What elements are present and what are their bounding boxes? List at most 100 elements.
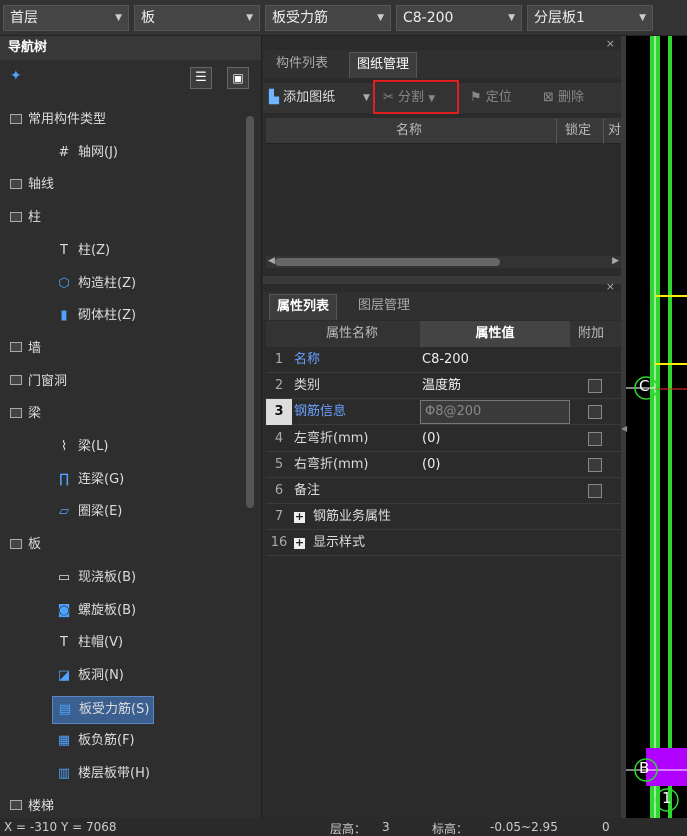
component-select[interactable]: 板受力筋 ▼ — [265, 5, 391, 31]
nav-tree-item-label: 楼梯 — [28, 798, 55, 814]
panel-splitter[interactable] — [263, 276, 621, 284]
property-name-text: 备注 — [294, 483, 321, 498]
collapsed-folder-icon[interactable] — [10, 342, 22, 353]
nav-tree-item[interactable]: ∏ 连梁(G) — [0, 465, 250, 497]
property-name: 名称 — [294, 347, 320, 373]
nav-tree-item[interactable]: # 轴网(J) — [0, 138, 250, 170]
floor-select-value: 首层 — [10, 10, 38, 26]
property-name-text: 类别 — [294, 378, 321, 394]
expanded-folder-icon[interactable] — [10, 113, 22, 124]
construct-column-icon: ⬡ — [58, 275, 70, 291]
col-property-name[interactable]: 属性名称 — [326, 321, 378, 347]
expand-plus-icon[interactable]: + — [294, 537, 305, 550]
col-property-value[interactable]: 属性值 — [420, 321, 570, 347]
nav-tree-item[interactable]: ▭ 现浇板(B) — [0, 563, 250, 595]
slab-hole-icon: ◪ — [57, 667, 71, 683]
locate-button[interactable]: ⚑ 定位 — [470, 86, 512, 110]
property-row[interactable]: 7 + 钢筋业务属性 — [266, 504, 621, 531]
collapsed-folder-icon[interactable] — [10, 375, 22, 386]
tab-property-list[interactable]: 属性列表 — [269, 294, 338, 320]
add-drawing-button[interactable]: ▙ 添加图纸 — [269, 86, 335, 110]
property-value[interactable]: C8-200 — [422, 347, 469, 373]
property-row[interactable]: 16 + 显示样式 — [266, 530, 621, 557]
nav-tree-item-label: 梁 — [28, 406, 42, 422]
col-lock[interactable]: 锁定 — [556, 118, 591, 144]
pin-icon[interactable]: ✦ — [10, 68, 22, 84]
expanded-folder-icon[interactable] — [10, 407, 22, 418]
nav-tree-item[interactable]: ⬡ 构造柱(Z) — [0, 269, 250, 301]
property-value[interactable]: (0) — [422, 426, 440, 452]
nav-tree-item[interactable]: 常用构件类型 — [0, 105, 250, 137]
nav-tree-item[interactable]: 梁 — [0, 399, 250, 431]
expand-plus-icon[interactable]: + — [294, 511, 305, 524]
nav-tree-item[interactable]: 柱 — [0, 203, 250, 235]
drawing-hscrollbar[interactable] — [275, 258, 500, 266]
spec-select[interactable]: C8-200 ▼ — [396, 5, 522, 31]
extra-checkbox[interactable] — [588, 431, 602, 446]
spiral-slab-icon: ◙ — [57, 602, 71, 618]
nav-tree-item[interactable]: 墙 — [0, 334, 250, 366]
nav-tree-item-content: ◙ 螺旋板(B) — [52, 598, 140, 626]
collapsed-folder-icon[interactable] — [10, 178, 22, 189]
property-name: 左弯折(mm) — [294, 426, 368, 452]
property-row[interactable]: 4 左弯折(mm) (0) — [266, 426, 621, 452]
nav-tree-item[interactable]: T 柱(Z) — [0, 236, 250, 268]
expanded-folder-icon[interactable] — [10, 538, 22, 549]
panel-view-icon[interactable]: ▣ — [227, 67, 249, 89]
nav-tree-item[interactable]: ▥ 楼层板带(H) — [0, 759, 250, 791]
scroll-right-icon[interactable]: ▶ — [612, 256, 619, 266]
property-value[interactable]: (0) — [422, 452, 440, 478]
col-pair[interactable]: 对 — [603, 118, 621, 144]
nav-tree-item[interactable]: ⌇ 梁(L) — [0, 432, 250, 464]
delete-button[interactable]: ⊠ 删除 — [543, 86, 584, 110]
tab-component-list[interactable]: 构件列表 — [269, 52, 335, 78]
property-row[interactable]: 5 右弯折(mm) (0) — [266, 452, 621, 478]
nav-tree-item[interactable]: ▤ 板受力筋(S) — [0, 694, 250, 726]
nav-tree-item[interactable]: ▮ 砌体柱(Z) — [0, 301, 250, 333]
floor-select[interactable]: 首层 ▼ — [3, 5, 129, 31]
collapsed-folder-icon[interactable] — [10, 800, 22, 811]
nav-tree-item-label: 柱(Z) — [78, 242, 111, 258]
nav-tree-item[interactable]: ▱ 圈梁(E) — [0, 497, 250, 529]
masonry-column-icon: ▮ — [60, 308, 68, 324]
scroll-left-icon[interactable]: ◀ — [268, 256, 275, 266]
col-name[interactable]: 名称 — [396, 118, 422, 144]
nav-tree-item-label: 构造柱(Z) — [78, 275, 137, 291]
nav-tree-item[interactable]: T 柱帽(V) — [0, 628, 250, 660]
property-row[interactable]: 2 类别 温度筋 — [266, 373, 621, 400]
extra-checkbox[interactable] — [588, 405, 602, 420]
property-row-number: 2 — [274, 378, 284, 394]
extra-checkbox[interactable] — [588, 457, 602, 472]
close-icon[interactable]: × — [606, 37, 615, 50]
nav-tree-item-label: 柱帽(V) — [78, 635, 124, 651]
layer-select[interactable]: 分层板1 ▼ — [527, 5, 653, 31]
list-view-icon[interactable]: ☰ — [190, 67, 212, 89]
expanded-folder-icon[interactable] — [10, 211, 22, 222]
tab-drawing-management[interactable]: 图纸管理 — [349, 52, 418, 78]
canvas-svg — [626, 36, 687, 818]
tab-layer-management[interactable]: 图层管理 — [351, 294, 417, 320]
nav-tree-item[interactable]: 门窗洞 — [0, 367, 250, 399]
drawing-canvas[interactable]: C B 1 — [626, 36, 687, 818]
extra-checkbox[interactable] — [588, 379, 602, 394]
collapse-arrow-icon[interactable]: ◀ — [621, 424, 627, 433]
component-type-select[interactable]: 板 ▼ — [134, 5, 260, 31]
property-row[interactable]: 1 名称 C8-200 — [266, 347, 621, 373]
status-elevation-label: 标高： — [432, 822, 469, 836]
property-value[interactable]: 温度筋 — [422, 373, 461, 399]
nav-tree-item[interactable]: 轴线 — [0, 170, 250, 202]
column-icon: T — [60, 242, 68, 258]
extra-checkbox[interactable] — [588, 484, 602, 498]
add-drawing-dropdown[interactable]: ▼ — [363, 86, 370, 110]
canvas-splitter[interactable]: ◀ — [621, 36, 627, 818]
nav-tree-item[interactable]: ▦ 板负筋(F) — [0, 726, 250, 758]
nav-tree-item-label: 柱 — [28, 210, 42, 226]
property-row[interactable]: 6 备注 — [266, 478, 621, 504]
col-extra[interactable]: 附加 — [578, 321, 604, 347]
nav-tree-item-content: 柱 — [6, 205, 45, 233]
nav-tree-item[interactable]: ◙ 螺旋板(B) — [0, 596, 250, 628]
property-row[interactable]: 3 钢筋信息 Φ8@200 — [266, 399, 621, 426]
nav-tree-item[interactable]: ◪ 板洞(N) — [0, 661, 250, 693]
property-value-input[interactable]: Φ8@200 — [420, 400, 570, 425]
nav-tree-item[interactable]: 板 — [0, 530, 250, 562]
